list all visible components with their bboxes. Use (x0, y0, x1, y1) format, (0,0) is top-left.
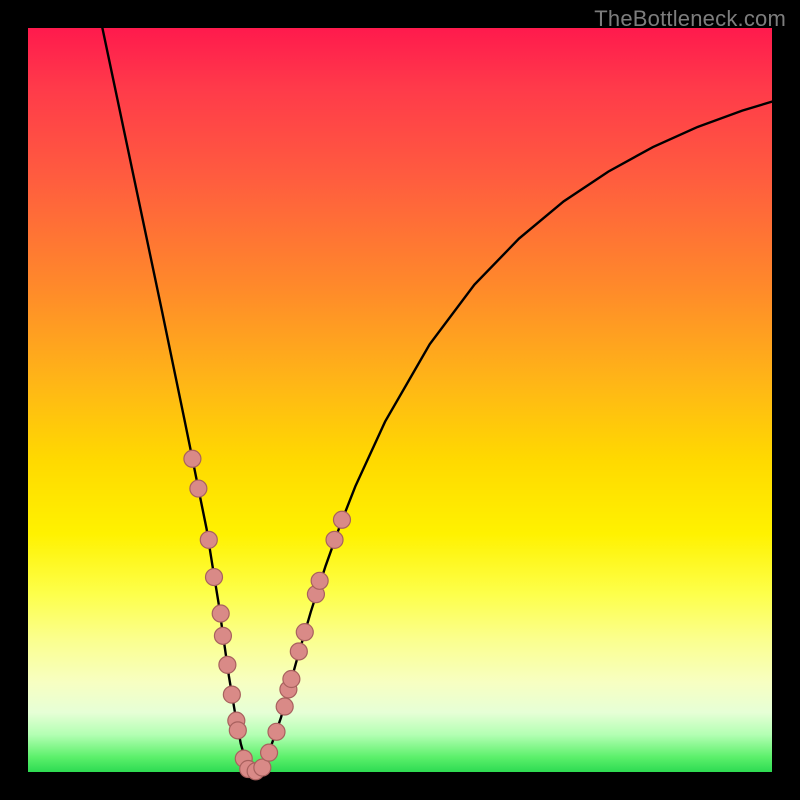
data-marker (261, 744, 278, 761)
data-marker (283, 671, 300, 688)
data-marker (290, 643, 307, 660)
data-marker (333, 511, 350, 528)
data-marker (206, 569, 223, 586)
data-marker (223, 686, 240, 703)
data-marker (229, 722, 246, 739)
data-marker (212, 605, 229, 622)
chart-svg (28, 28, 772, 772)
data-marker (214, 627, 231, 644)
data-marker (326, 531, 343, 548)
data-marker (184, 450, 201, 467)
data-marker (200, 531, 217, 548)
marker-group (184, 450, 351, 779)
watermark-text: TheBottleneck.com (594, 6, 786, 32)
data-marker (296, 624, 313, 641)
bottleneck-curve (102, 28, 772, 771)
data-marker (190, 480, 207, 497)
data-marker (268, 723, 285, 740)
data-marker (219, 656, 236, 673)
data-marker (276, 698, 293, 715)
chart-plot-area (28, 28, 772, 772)
data-marker (311, 572, 328, 589)
